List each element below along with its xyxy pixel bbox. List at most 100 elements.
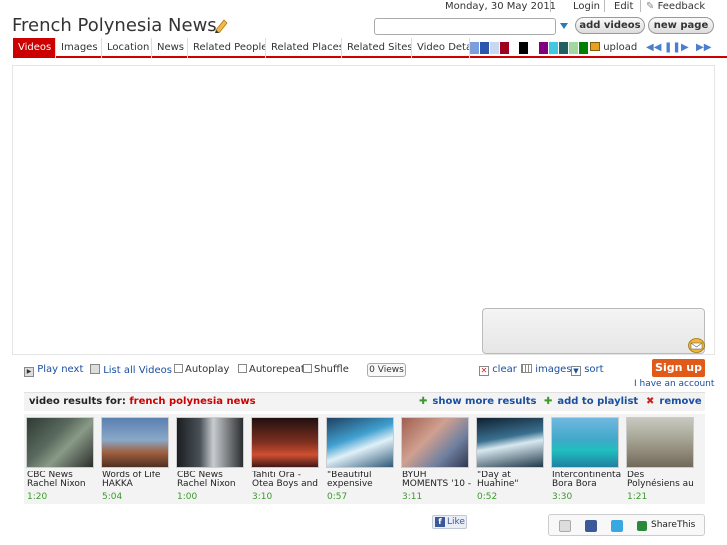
video-thumbnail[interactable] [476,417,544,468]
video-thumbnail[interactable] [551,417,619,468]
previous-icon[interactable]: ◀◀ [646,42,661,53]
clear-button[interactable]: ✕ clear [479,364,517,376]
video-duration: 3:30 [552,492,573,502]
add-videos-button[interactable]: add videos [575,17,645,34]
sharethis-label[interactable]: ShareThis [651,520,695,530]
tab-related-places[interactable]: Related Places [266,38,342,58]
facebook-icon: f [435,517,445,527]
list-item[interactable]: Words of Life HAKKA 5:04 [101,417,171,503]
video-title[interactable]: Des Polynésiens au [627,471,697,489]
shuffle-checkbox[interactable]: Shuffle [303,364,349,375]
clear-icon: ✕ [479,366,489,376]
sign-up-button[interactable]: Sign up [652,359,705,377]
color-swatch[interactable] [519,42,528,54]
color-swatch[interactable] [559,42,568,54]
add-to-playlist-button[interactable]: ✚ add to playlist [544,396,638,407]
images-button[interactable]: images [521,364,572,375]
color-swatch[interactable] [539,42,548,54]
list-item[interactable]: "Day at Huahine" 0:52 [476,417,546,503]
video-title[interactable]: "Beautiful expensive [327,471,397,489]
video-title[interactable]: Intercontinenta Bora Bora [552,471,622,489]
tab-news[interactable]: News [152,38,188,58]
color-swatch[interactable] [490,42,499,54]
color-swatch[interactable] [529,42,538,54]
video-thumbnail[interactable] [176,417,244,468]
list-all-videos-control[interactable]: List all Videos [90,364,172,376]
checkbox[interactable] [238,364,247,373]
list-item[interactable]: "Beautiful expensive 0:57 [326,417,396,503]
share-icon[interactable] [637,521,647,531]
color-swatch[interactable] [470,42,479,54]
tab-related-sites[interactable]: Related Sites [342,38,412,58]
video-title[interactable]: CBC News Rachel Nixon [177,471,247,489]
top-bar: Monday, 30 May 2011 Login Edit ✎ Feedbac… [0,0,727,14]
pencil-icon[interactable] [213,17,229,33]
list-item[interactable]: BYUH MOMENTS '10 - 3:11 [401,417,471,503]
color-swatch[interactable] [509,42,518,54]
video-duration: 0:57 [327,492,348,502]
autorepeat-checkbox[interactable]: Autorepeat [238,364,305,375]
color-swatch[interactable] [500,42,509,54]
video-results-list: CBC News Rachel Nixon 1:20 Words of Life… [24,414,705,504]
search-input[interactable] [374,18,556,35]
email-icon[interactable] [559,520,571,532]
upload-button[interactable]: upload [590,42,637,53]
new-page-button[interactable]: new page [648,17,714,34]
play-icon[interactable]: ▶ [681,42,689,53]
list-item[interactable]: Tahiti Ora - Otea Boys and 3:10 [251,417,321,503]
plus-icon: ✚ [419,396,428,407]
list-item[interactable]: CBC News Rachel Nixon 1:20 [26,417,96,503]
page-title: French Polynesia News [12,15,217,36]
autoplay-checkbox[interactable]: Autoplay [174,364,229,375]
video-thumbnail[interactable] [26,417,94,468]
tab-video-details[interactable]: Video Deta [412,38,470,58]
edit-link[interactable]: Edit [614,1,633,12]
twitter-icon[interactable] [611,520,623,532]
video-thumbnail[interactable] [326,417,394,468]
sort-button[interactable]: ▼ sort [571,364,604,376]
remove-button[interactable]: ✖ remove [646,396,702,407]
chevron-down-icon[interactable] [560,23,568,29]
list-item[interactable]: Intercontinenta Bora Bora 3:30 [551,417,621,503]
show-more-results-button[interactable]: ✚ show more results [419,396,536,407]
video-title[interactable]: CBC News Rachel Nixon [27,471,97,489]
results-label: video results for: french polynesia news [29,396,256,407]
play-next-control[interactable]: ▶ Play next [24,364,83,377]
color-swatch[interactable] [569,42,578,54]
feedback-link[interactable]: ✎ Feedback [646,1,705,12]
grid-icon [521,364,532,373]
color-swatch[interactable] [549,42,558,54]
list-item[interactable]: Des Polynésiens au 1:21 [626,417,696,503]
results-header: video results for: french polynesia news… [24,392,705,411]
video-thumbnail[interactable] [626,417,694,468]
video-thumbnail[interactable] [101,417,169,468]
checkbox[interactable] [303,364,312,373]
comment-input[interactable] [482,308,705,354]
list-all-label: List all Videos [103,365,172,376]
video-title[interactable]: BYUH MOMENTS '10 - [402,471,472,489]
color-swatch[interactable] [579,42,588,54]
video-thumbnail[interactable] [401,417,469,468]
envelope-icon[interactable] [688,338,705,353]
facebook-like-button[interactable]: f Like [432,515,467,529]
checkbox[interactable] [174,364,183,373]
video-title[interactable]: "Day at Huahine" [477,471,547,489]
video-duration: 1:00 [177,492,198,502]
tab-images[interactable]: Images [56,38,102,58]
facebook-icon[interactable] [585,520,597,532]
video-thumbnail[interactable] [251,417,319,468]
tab-videos[interactable]: Videos [13,38,56,58]
have-account-link[interactable]: I have an account [634,379,714,389]
pause-icon[interactable]: ❚❚ [664,42,681,53]
add-playlist-label: add to playlist [557,396,639,407]
tab-related-people[interactable]: Related People [188,38,266,58]
video-title[interactable]: Words of Life HAKKA [102,471,172,489]
list-item[interactable]: CBC News Rachel Nixon 1:00 [176,417,246,503]
login-link[interactable]: Login [573,1,600,12]
video-duration: 1:21 [627,492,648,502]
video-title[interactable]: Tahiti Ora - Otea Boys and [252,471,322,489]
color-swatch[interactable] [480,42,489,54]
next-icon[interactable]: ▶▶ [696,42,711,53]
shuffle-label: Shuffle [314,364,349,375]
tab-location[interactable]: Location [102,38,152,58]
